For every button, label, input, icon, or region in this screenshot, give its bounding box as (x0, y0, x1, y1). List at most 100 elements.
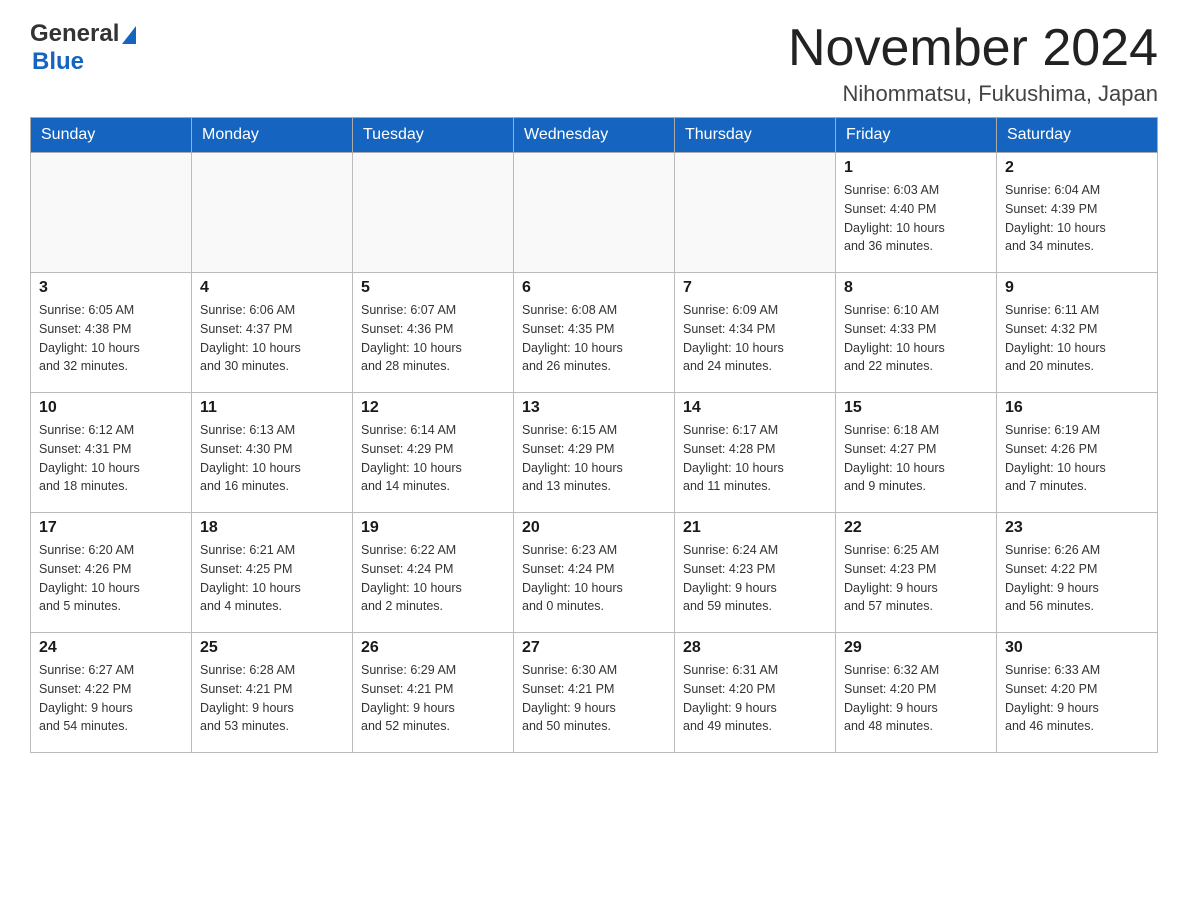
day-number: 1 (844, 159, 988, 177)
day-number: 27 (522, 639, 666, 657)
calendar-cell: 2Sunrise: 6:04 AM Sunset: 4:39 PM Daylig… (997, 153, 1158, 273)
day-info: Sunrise: 6:17 AM Sunset: 4:28 PM Dayligh… (683, 421, 827, 496)
calendar-cell: 16 Sunrise: 6:19 AM Sunset: 4:26 PM Dayli… (997, 393, 1158, 513)
day-number: 23 (1005, 519, 1149, 537)
weekday-header-saturday: Saturday (997, 118, 1158, 153)
day-info: Sunrise: 6:08 AM Sunset: 4:35 PM Dayligh… (522, 301, 666, 376)
day-info: Sunrise: 6:31 AM Sunset: 4:20 PM Dayligh… (683, 661, 827, 736)
calendar-cell: 11Sunrise: 6:13 AM Sunset: 4:30 PM Dayli… (192, 393, 353, 513)
day-info: Sunrise: 6:22 AM Sunset: 4:24 PM Dayligh… (361, 541, 505, 616)
day-number: 20 (522, 519, 666, 537)
calendar-cell: 28Sunrise: 6:31 AM Sunset: 4:20 PM Dayli… (675, 633, 836, 753)
calendar-cell: 20Sunrise: 6:23 AM Sunset: 4:24 PM Dayli… (514, 513, 675, 633)
calendar-cell: 23 Sunrise: 6:26 AM Sunset: 4:22 PM Dayli… (997, 513, 1158, 633)
day-number: 5 (361, 279, 505, 297)
day-info: Sunrise: 6:30 AM Sunset: 4:21 PM Dayligh… (522, 661, 666, 736)
month-title: November 2024 (788, 20, 1158, 77)
logo-blue-text: Blue (32, 48, 84, 76)
day-number: 11 (200, 399, 344, 417)
calendar-cell: 22 Sunrise: 6:25 AM Sunset: 4:23 PM Dayli… (836, 513, 997, 633)
day-info: Sunrise: 6:21 AM Sunset: 4:25 PM Dayligh… (200, 541, 344, 616)
calendar-week-row: 24Sunrise: 6:27 AM Sunset: 4:22 PM Dayli… (31, 633, 1158, 753)
day-number: 26 (361, 639, 505, 657)
calendar-table: SundayMondayTuesdayWednesdayThursdayFrid… (30, 117, 1158, 753)
day-number: 17 (39, 519, 183, 537)
day-number: 7 (683, 279, 827, 297)
calendar-cell: 8 Sunrise: 6:10 AM Sunset: 4:33 PM Daylig… (836, 273, 997, 393)
day-info: Sunrise: 6:15 AM Sunset: 4:29 PM Dayligh… (522, 421, 666, 496)
day-info: Sunrise: 6:26 AM Sunset: 4:22 PM Dayligh… (1005, 541, 1149, 616)
day-info: Sunrise: 6:33 AM Sunset: 4:20 PM Dayligh… (1005, 661, 1149, 736)
day-info: Sunrise: 6:03 AM Sunset: 4:40 PM Dayligh… (844, 181, 988, 256)
day-number: 21 (683, 519, 827, 537)
calendar-cell: 18 Sunrise: 6:21 AM Sunset: 4:25 PM Dayli… (192, 513, 353, 633)
day-info: Sunrise: 6:05 AM Sunset: 4:38 PM Dayligh… (39, 301, 183, 376)
day-info: Sunrise: 6:11 AM Sunset: 4:32 PM Dayligh… (1005, 301, 1149, 376)
day-info: Sunrise: 6:09 AM Sunset: 4:34 PM Dayligh… (683, 301, 827, 376)
day-info: Sunrise: 6:10 AM Sunset: 4:33 PM Dayligh… (844, 301, 988, 376)
day-number: 10 (39, 399, 183, 417)
weekday-header-wednesday: Wednesday (514, 118, 675, 153)
calendar-cell: 13 Sunrise: 6:15 AM Sunset: 4:29 PM Dayli… (514, 393, 675, 513)
day-number: 9 (1005, 279, 1149, 297)
calendar-cell: 25 Sunrise: 6:28 AM Sunset: 4:21 PM Dayli… (192, 633, 353, 753)
calendar-cell: 14 Sunrise: 6:17 AM Sunset: 4:28 PM Dayli… (675, 393, 836, 513)
day-info: Sunrise: 6:14 AM Sunset: 4:29 PM Dayligh… (361, 421, 505, 496)
day-info: Sunrise: 6:25 AM Sunset: 4:23 PM Dayligh… (844, 541, 988, 616)
day-number: 6 (522, 279, 666, 297)
page-header: General Blue November 2024 Nihommatsu, F… (30, 20, 1158, 107)
calendar-cell: 15 Sunrise: 6:18 AM Sunset: 4:27 PM Dayli… (836, 393, 997, 513)
calendar-week-row: 3 Sunrise: 6:05 AM Sunset: 4:38 PM Daylig… (31, 273, 1158, 393)
calendar-cell: 5Sunrise: 6:07 AM Sunset: 4:36 PM Daylig… (353, 273, 514, 393)
calendar-cell: 24Sunrise: 6:27 AM Sunset: 4:22 PM Dayli… (31, 633, 192, 753)
day-info: Sunrise: 6:28 AM Sunset: 4:21 PM Dayligh… (200, 661, 344, 736)
calendar-header-row: SundayMondayTuesdayWednesdayThursdayFrid… (31, 118, 1158, 153)
calendar-cell: 27 Sunrise: 6:30 AM Sunset: 4:21 PM Dayli… (514, 633, 675, 753)
day-info: Sunrise: 6:20 AM Sunset: 4:26 PM Dayligh… (39, 541, 183, 616)
logo-top: General (30, 20, 136, 48)
day-number: 25 (200, 639, 344, 657)
calendar-cell: 19 Sunrise: 6:22 AM Sunset: 4:24 PM Dayli… (353, 513, 514, 633)
calendar-cell: 12 Sunrise: 6:14 AM Sunset: 4:29 PM Dayli… (353, 393, 514, 513)
calendar-cell (514, 153, 675, 273)
day-number: 18 (200, 519, 344, 537)
logo: General Blue (30, 20, 136, 76)
weekday-header-friday: Friday (836, 118, 997, 153)
day-number: 15 (844, 399, 988, 417)
calendar-cell: 26Sunrise: 6:29 AM Sunset: 4:21 PM Dayli… (353, 633, 514, 753)
day-number: 12 (361, 399, 505, 417)
calendar-cell (31, 153, 192, 273)
calendar-cell: 7 Sunrise: 6:09 AM Sunset: 4:34 PM Daylig… (675, 273, 836, 393)
calendar-cell: 9 Sunrise: 6:11 AM Sunset: 4:32 PM Daylig… (997, 273, 1158, 393)
day-number: 3 (39, 279, 183, 297)
day-number: 4 (200, 279, 344, 297)
calendar-week-row: 1 Sunrise: 6:03 AM Sunset: 4:40 PM Daylig… (31, 153, 1158, 273)
calendar-cell: 10Sunrise: 6:12 AM Sunset: 4:31 PM Dayli… (31, 393, 192, 513)
calendar-cell: 30 Sunrise: 6:33 AM Sunset: 4:20 PM Dayli… (997, 633, 1158, 753)
weekday-header-monday: Monday (192, 118, 353, 153)
calendar-cell (675, 153, 836, 273)
day-number: 8 (844, 279, 988, 297)
day-info: Sunrise: 6:06 AM Sunset: 4:37 PM Dayligh… (200, 301, 344, 376)
day-number: 2 (1005, 159, 1149, 177)
day-number: 19 (361, 519, 505, 537)
calendar-cell: 29 Sunrise: 6:32 AM Sunset: 4:20 PM Dayli… (836, 633, 997, 753)
day-number: 30 (1005, 639, 1149, 657)
day-number: 22 (844, 519, 988, 537)
day-info: Sunrise: 6:24 AM Sunset: 4:23 PM Dayligh… (683, 541, 827, 616)
day-number: 13 (522, 399, 666, 417)
calendar-week-row: 10Sunrise: 6:12 AM Sunset: 4:31 PM Dayli… (31, 393, 1158, 513)
day-number: 29 (844, 639, 988, 657)
calendar-cell: 6 Sunrise: 6:08 AM Sunset: 4:35 PM Daylig… (514, 273, 675, 393)
weekday-header-thursday: Thursday (675, 118, 836, 153)
weekday-header-sunday: Sunday (31, 118, 192, 153)
day-info: Sunrise: 6:18 AM Sunset: 4:27 PM Dayligh… (844, 421, 988, 496)
day-number: 16 (1005, 399, 1149, 417)
day-info: Sunrise: 6:19 AM Sunset: 4:26 PM Dayligh… (1005, 421, 1149, 496)
logo-general-text: General (30, 20, 119, 48)
day-number: 24 (39, 639, 183, 657)
calendar-cell: 3 Sunrise: 6:05 AM Sunset: 4:38 PM Daylig… (31, 273, 192, 393)
logo-triangle-icon (122, 26, 136, 44)
day-number: 14 (683, 399, 827, 417)
day-info: Sunrise: 6:32 AM Sunset: 4:20 PM Dayligh… (844, 661, 988, 736)
